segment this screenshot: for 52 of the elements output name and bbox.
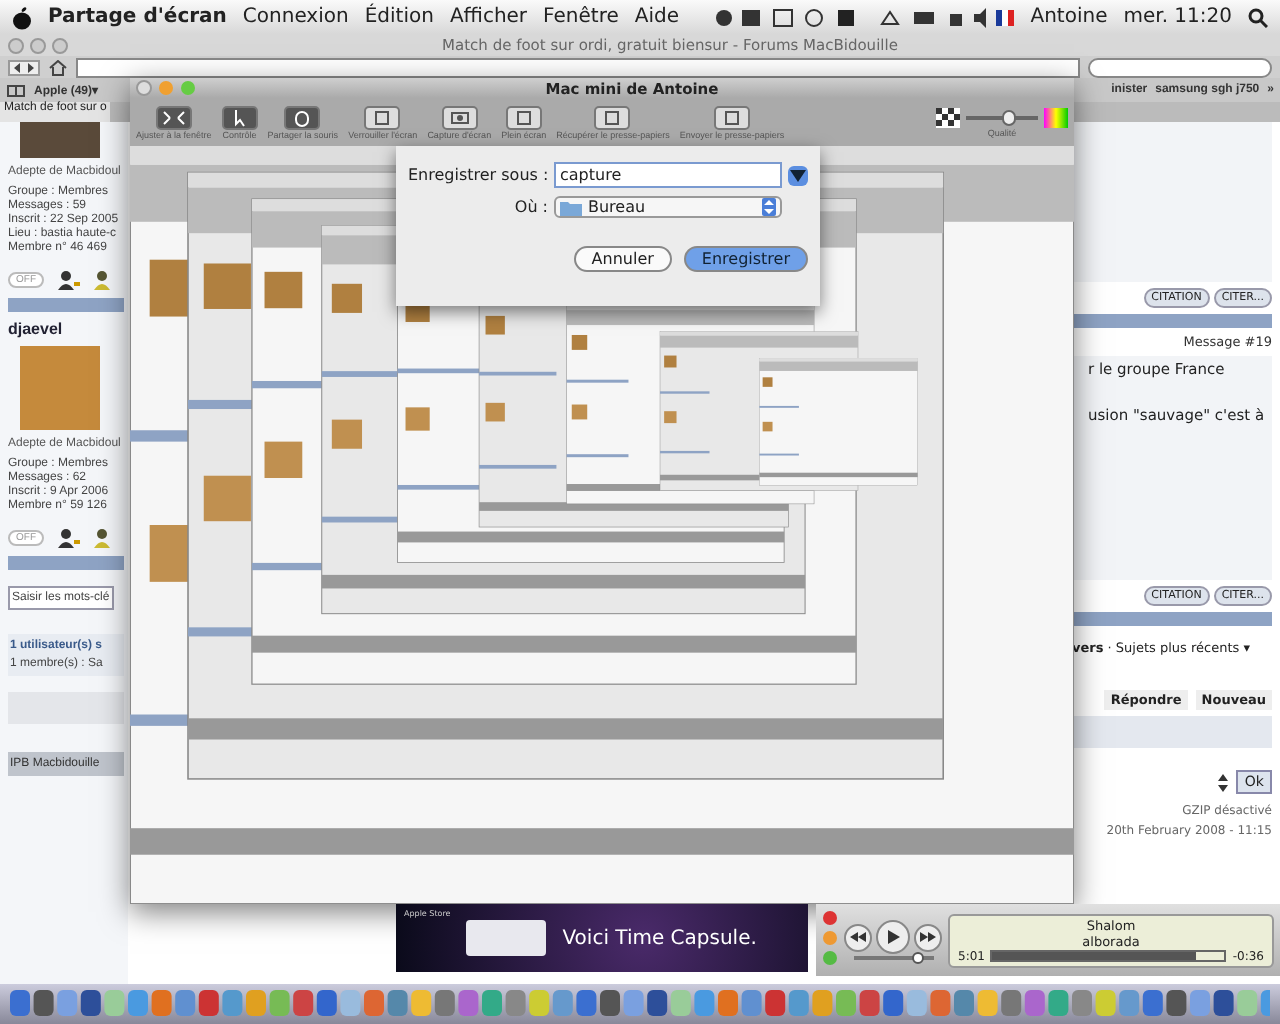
- fast-forward-icon: [920, 932, 936, 942]
- play-icon: [887, 930, 899, 944]
- menu-item[interactable]: Connexion: [242, 6, 349, 28]
- search-field[interactable]: [1088, 57, 1272, 77]
- cursor-icon: [221, 105, 258, 129]
- empty-panel: [8, 692, 124, 724]
- ad-headline: Voici Time Capsule.: [562, 927, 757, 949]
- menu-app-name[interactable]: Partage d'écran: [48, 6, 227, 28]
- dialog-button[interactable]: Annuler: [573, 246, 672, 272]
- menu-item[interactable]: Afficher: [449, 6, 528, 28]
- location-label: Où :: [512, 198, 548, 216]
- person-icon[interactable]: [92, 270, 112, 290]
- arrows-icon: [155, 105, 192, 129]
- folder-icon: [560, 199, 582, 215]
- checker-icon: [936, 107, 960, 127]
- avatar-photo-placeholder: [20, 346, 100, 430]
- apple-icon[interactable]: [12, 5, 32, 29]
- address-field[interactable]: [76, 57, 1080, 77]
- book-icon[interactable]: [6, 83, 26, 97]
- updown-arrows-icon: [762, 198, 776, 216]
- menu-item[interactable]: Aide: [634, 6, 679, 28]
- menu-item[interactable]: Édition: [364, 6, 434, 28]
- avatar-photo-placeholder: [20, 122, 100, 158]
- stepper-icon[interactable]: [1218, 773, 1229, 791]
- person-icon[interactable]: [92, 528, 112, 548]
- product-photo-placeholder: [466, 920, 547, 956]
- camera-icon: [441, 105, 478, 129]
- dialog-button[interactable]: Enregistrer: [683, 246, 808, 272]
- menu-item[interactable]: Fenêtre: [543, 6, 619, 28]
- home-icon[interactable]: [48, 59, 68, 75]
- dock-icons-drawing[interactable]: [10, 988, 1270, 1020]
- rewind-icon: [850, 932, 866, 942]
- next-button[interactable]: [914, 923, 942, 951]
- play-button[interactable]: [876, 920, 910, 954]
- mouse-icon: [284, 105, 321, 129]
- previous-button[interactable]: [844, 923, 872, 951]
- profile-icon[interactable]: [56, 528, 80, 548]
- file-name-field[interactable]: capture: [554, 162, 782, 188]
- profile-icon[interactable]: [56, 270, 80, 290]
- search-icon[interactable]: [1248, 7, 1268, 27]
- track-progress-bar[interactable]: [990, 950, 1227, 962]
- post-divider-bar: [8, 298, 124, 312]
- post-divider-bar: [8, 556, 124, 570]
- clock[interactable]: mer. 11:20: [1123, 6, 1232, 28]
- status-icons-drawing[interactable]: [714, 5, 1015, 29]
- save-as-label: Enregistrer sous :: [408, 166, 548, 184]
- color-swatch-icon: [1044, 107, 1068, 127]
- location-popup[interactable]: Bureau: [554, 196, 782, 218]
- back-forward-icon[interactable]: [8, 59, 40, 75]
- user-name[interactable]: Antoine: [1030, 6, 1108, 28]
- expand-button[interactable]: [788, 165, 808, 185]
- post-author[interactable]: djaevel: [8, 320, 63, 338]
